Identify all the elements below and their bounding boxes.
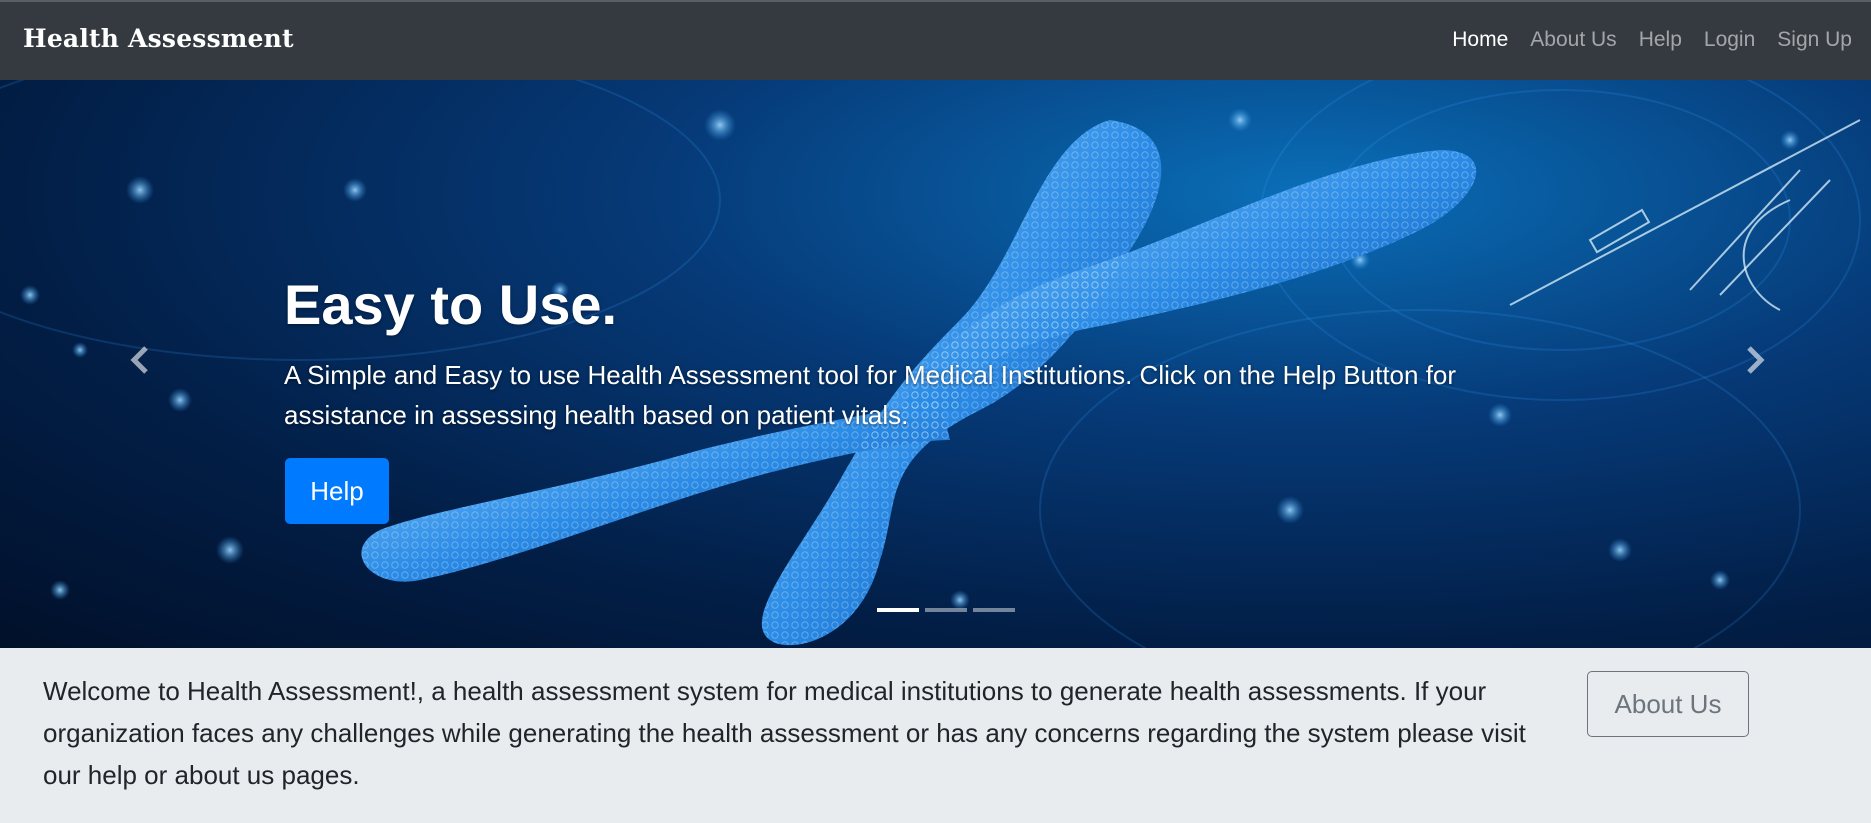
hero-text: A Simple and Easy to use Health Assessme… bbox=[284, 360, 1457, 430]
brand-logo[interactable]: Health Assessment bbox=[23, 24, 294, 53]
hero-carousel: Easy to Use. A Simple and Easy to use He… bbox=[0, 80, 1871, 648]
carousel-indicator-3[interactable] bbox=[973, 608, 1015, 612]
about-us-button[interactable]: About Us bbox=[1587, 671, 1749, 737]
carousel-indicator-1[interactable] bbox=[877, 608, 919, 612]
carousel-prev-button[interactable] bbox=[122, 340, 162, 380]
navbar: Health Assessment Home About Us Help Log… bbox=[0, 0, 1871, 80]
help-button[interactable]: Help bbox=[285, 458, 389, 524]
chevron-left-icon bbox=[130, 346, 148, 374]
carousel-next-button[interactable] bbox=[1735, 340, 1775, 380]
carousel-caption: Easy to Use. A Simple and Easy to use He… bbox=[284, 272, 1584, 435]
welcome-section: Welcome to Health Assessment!, a health … bbox=[0, 648, 1871, 823]
nav-links: Home About Us Help Login Sign Up bbox=[1441, 28, 1863, 52]
nav-about-us-link[interactable]: About Us bbox=[1519, 28, 1627, 52]
carousel-indicator-2[interactable] bbox=[925, 608, 967, 612]
carousel-indicators bbox=[877, 608, 1015, 612]
hero-title: Easy to Use. bbox=[284, 273, 618, 336]
nav-home-link[interactable]: Home bbox=[1441, 28, 1519, 52]
nav-sign-up-link[interactable]: Sign Up bbox=[1766, 28, 1863, 52]
chevron-right-icon bbox=[1747, 346, 1765, 374]
nav-login-link[interactable]: Login bbox=[1693, 28, 1766, 52]
nav-help-link[interactable]: Help bbox=[1628, 28, 1693, 52]
welcome-text: Welcome to Health Assessment!, a health … bbox=[43, 676, 1526, 790]
